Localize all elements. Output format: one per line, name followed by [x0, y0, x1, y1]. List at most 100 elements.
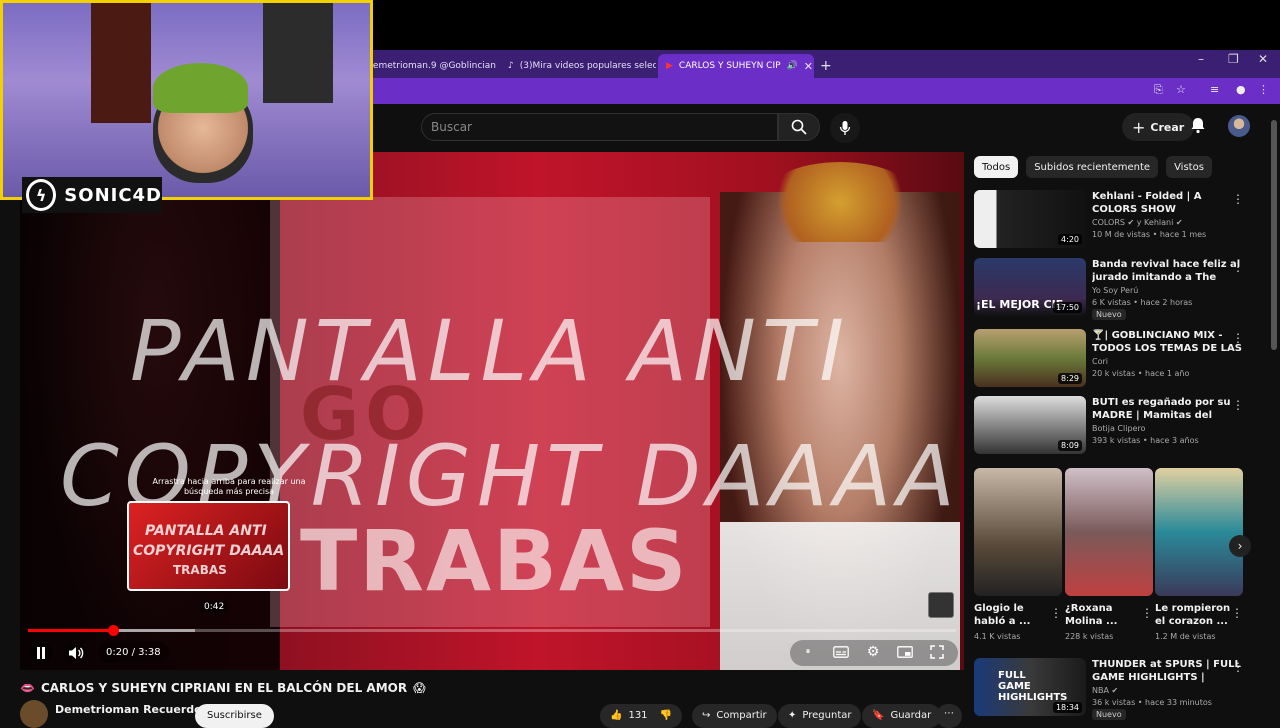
more-actions-button[interactable]: ⋯: [936, 704, 962, 728]
channel-name[interactable]: Demetrioman Recuerdos: [55, 703, 208, 716]
volume-button[interactable]: [64, 642, 88, 664]
search-button[interactable]: [778, 113, 820, 141]
progress-bar[interactable]: [28, 625, 956, 636]
recommended-video-1[interactable]: 4:20 Kehlani - Folded | A COLORS SHOW CO…: [974, 190, 1264, 254]
video-thumbnail[interactable]: ¡EL MEJOR CIE 17:50: [974, 258, 1086, 316]
account-avatar[interactable]: [1228, 115, 1250, 137]
gear-icon: ⚙: [866, 644, 880, 660]
like-dislike-group: 👍 131 👎: [600, 704, 682, 728]
channel-name[interactable]: NBA ✔: [1092, 686, 1118, 695]
short-thumbnail[interactable]: [1155, 468, 1243, 596]
video-title-row: 👄 CARLOS Y SUHEYN CIPRIANI EN EL BALCÓN …: [20, 676, 426, 700]
voice-search-button[interactable]: [830, 113, 860, 143]
sidebar-scrollbar[interactable]: [1271, 120, 1277, 350]
close-window-icon[interactable]: ✕: [1258, 52, 1268, 66]
video-thumbnail[interactable]: FULL GAME HIGHLIGHTS 18:34: [974, 658, 1086, 716]
subscribe-button[interactable]: Suscribirse: [195, 704, 274, 728]
create-button[interactable]: + Crear: [1122, 113, 1195, 141]
short-item-2[interactable]: ¿Roxana Molina ... 228 k vistas ⋮: [1065, 468, 1153, 641]
autoplay-pause-icon: ⏸: [805, 647, 811, 657]
webcam-overlay: [0, 0, 373, 200]
more-vertical-icon[interactable]: ⋮: [1232, 331, 1244, 345]
more-vertical-icon[interactable]: ⋮: [1232, 260, 1244, 274]
chip-vistos[interactable]: Vistos: [1166, 156, 1212, 178]
pause-icon: [37, 647, 45, 659]
speaker-icon[interactable]: 🔊: [787, 61, 798, 71]
more-horizontal-icon: ⋯: [944, 708, 954, 719]
profile-icon[interactable]: ●: [1236, 83, 1246, 96]
short-thumbnail[interactable]: [974, 468, 1062, 596]
browser-tab-active[interactable]: ▶ CARLOS Y SUHEYN CIP 🔊 ✕: [658, 54, 814, 78]
video-title[interactable]: Kehlani - Folded | A COLORS SHOW: [1092, 190, 1242, 216]
chip-recientes[interactable]: Subidos recientemente: [1026, 156, 1159, 178]
channel-watermark[interactable]: [928, 592, 954, 618]
video-title[interactable]: BUTI es regañado por su MADRE | Mamitas …: [1092, 396, 1242, 422]
recommended-video-3[interactable]: 8:29 🍸| GOBLINCIANO MIX - TODOS LOS TEMA…: [974, 329, 1264, 393]
short-views: 228 k vistas: [1065, 632, 1114, 641]
video-meta: 6 K vistas • hace 2 horas: [1092, 298, 1193, 307]
channel-avatar[interactable]: [20, 700, 48, 728]
more-vertical-icon[interactable]: ⋮: [1231, 606, 1243, 620]
thumbs-down-icon[interactable]: 👎: [660, 710, 672, 721]
channel-name[interactable]: Botija Clipero: [1092, 424, 1145, 433]
subtitles-icon: [833, 646, 849, 658]
video-title[interactable]: THUNDER at SPURS | FULL GAME HIGHLIGHTS …: [1092, 658, 1242, 684]
video-title[interactable]: 🍸| GOBLINCIANO MIX - TODOS LOS TEMAS DE …: [1092, 329, 1242, 355]
browser-tab-2[interactable]: ♪ (3)Mira videos populares selec ✕: [500, 54, 656, 78]
recommended-video-5[interactable]: FULL GAME HIGHLIGHTS 18:34 THUNDER at SP…: [974, 658, 1264, 722]
channel-name[interactable]: Yo Soy Perú: [1092, 286, 1138, 295]
channel-name[interactable]: COLORS ✔ y Kehlani ✔: [1092, 218, 1183, 227]
autoplay-toggle[interactable]: ⏸: [798, 642, 818, 662]
more-vertical-icon[interactable]: ⋮: [1232, 192, 1244, 206]
recommended-video-2[interactable]: ¡EL MEJOR CIE 17:50 Banda revival hace f…: [974, 258, 1264, 322]
search-input[interactable]: Buscar: [421, 113, 778, 141]
short-title[interactable]: Le rompieron el corazon ...: [1155, 602, 1233, 628]
short-views: 1.2 M de vistas: [1155, 632, 1216, 641]
preview-text-line2: COPYRIGHT DAAAA: [133, 543, 285, 559]
short-thumbnail[interactable]: [1065, 468, 1153, 596]
miniplayer-button[interactable]: [894, 642, 916, 662]
short-item-1[interactable]: Glogio le habló a ... 4.1 K vistas ⋮: [974, 468, 1062, 641]
more-vertical-icon[interactable]: ⋮: [1232, 660, 1244, 674]
browser-menu-icon[interactable]: ⋮: [1258, 83, 1269, 96]
notifications-button[interactable]: [1190, 116, 1206, 134]
video-player[interactable]: GO PANTALLA ANTI COPYRIGHT DAAAA TRABAS …: [20, 152, 964, 670]
ask-button[interactable]: ✦ Preguntar: [778, 704, 862, 728]
player-controls: 0:20 / 3:38 ⏸ ⚙: [20, 637, 964, 667]
new-tab-button[interactable]: +: [816, 54, 836, 78]
chip-todos[interactable]: Todos: [974, 156, 1019, 178]
install-app-icon[interactable]: ⎘: [1154, 83, 1163, 97]
video-thumbnail[interactable]: 8:29: [974, 329, 1086, 387]
tab-label: CARLOS Y SUHEYN CIP: [678, 61, 781, 71]
thumbs-up-icon[interactable]: 👍: [610, 710, 622, 721]
minimize-icon[interactable]: –: [1198, 52, 1204, 66]
share-button[interactable]: ↪ Compartir: [692, 704, 777, 728]
video-title[interactable]: Banda revival hace feliz al jurado imita…: [1092, 258, 1242, 284]
subtitles-button[interactable]: [830, 642, 852, 662]
short-title[interactable]: ¿Roxana Molina ...: [1065, 602, 1143, 628]
save-button[interactable]: 🔖 Guardar: [862, 704, 942, 728]
more-vertical-icon[interactable]: ⋮: [1141, 606, 1153, 620]
video-thumbnail[interactable]: 4:20: [974, 190, 1086, 248]
shorts-next-button[interactable]: ›: [1229, 535, 1251, 557]
channel-name[interactable]: Cori: [1092, 357, 1108, 366]
thumb-caption: FULL GAME HIGHLIGHTS: [998, 670, 1068, 703]
pause-button[interactable]: [30, 642, 52, 664]
short-item-3[interactable]: Le rompieron el corazon ... 1.2 M de vis…: [1155, 468, 1243, 641]
recommended-video-4[interactable]: 8:09 BUTI es regañado por su MADRE | Mam…: [974, 396, 1264, 460]
preview-text-line1: PANTALLA ANTI: [145, 523, 267, 539]
thumb-caption: ¡EL MEJOR CIE: [976, 298, 1064, 311]
browser-tab-1[interactable]: Demetrioman.9 @Goblincian ✕: [358, 54, 498, 78]
tab-close-icon[interactable]: ✕: [804, 60, 813, 73]
fullscreen-button[interactable]: [926, 642, 948, 662]
video-thumbnail[interactable]: 8:09: [974, 396, 1086, 454]
short-title[interactable]: Glogio le habló a ...: [974, 602, 1052, 628]
bookmark-star-icon[interactable]: ☆: [1176, 83, 1186, 96]
more-vertical-icon[interactable]: ⋮: [1050, 606, 1062, 620]
like-count[interactable]: 131: [628, 710, 647, 721]
restore-icon[interactable]: ❐: [1228, 52, 1239, 66]
media-control-icon[interactable]: ≡: [1210, 83, 1219, 96]
more-vertical-icon[interactable]: ⋮: [1232, 398, 1244, 412]
settings-button[interactable]: ⚙: [862, 642, 884, 662]
title-emoji: 😱: [413, 681, 426, 695]
